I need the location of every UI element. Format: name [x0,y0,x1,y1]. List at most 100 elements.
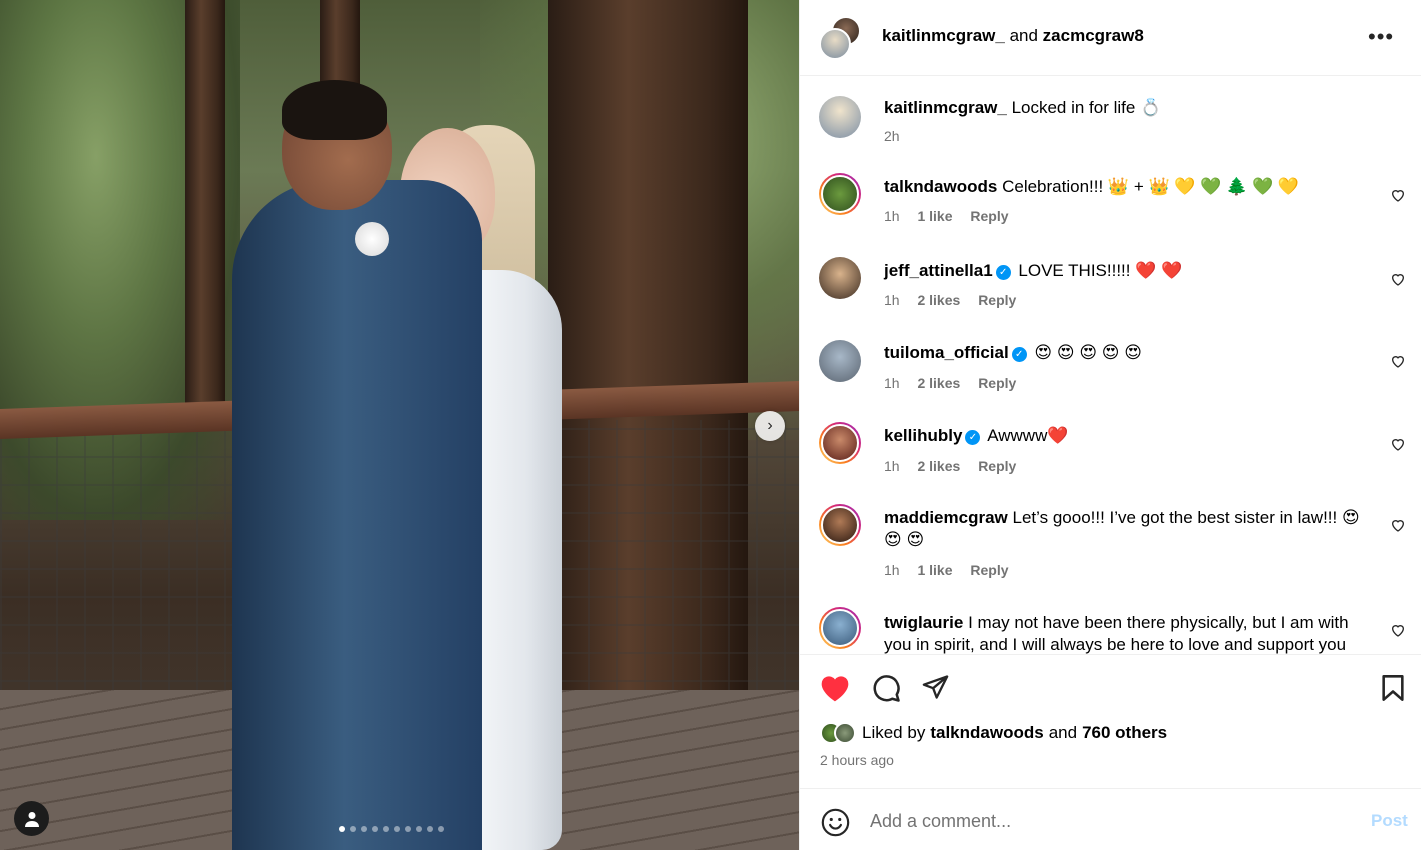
comment-meta: 1h 2 likes Reply [884,458,1030,474]
comment-meta: 1h 2 likes Reply [884,375,1030,391]
liked-by-user[interactable]: talkndawoods [930,723,1043,743]
comment-body: Celebration!!! 👑 + 👑 💛 💚 🌲 💚 💛 [1002,177,1300,196]
like-count[interactable]: 2 likes [917,292,960,308]
tagged-users-button[interactable] [14,801,49,836]
comment-text: twiglaurie I may not have been there phy… [884,612,1374,654]
reply-button[interactable]: Reply [978,292,1016,308]
bookmark-icon [1382,675,1404,701]
caption-text: kaitlinmcgraw_ Locked in for life 💍 [884,97,1364,119]
carousel-dots [339,826,444,832]
comment-input[interactable] [870,807,1340,835]
post-header: kaitlinmcgraw_ and zacmcgraw8 ••• [800,0,1421,76]
like-count[interactable]: 1 like [917,562,952,578]
like-count[interactable]: 2 likes [917,375,960,391]
comment-username[interactable]: twiglaurie [884,613,963,632]
reply-button[interactable]: Reply [970,562,1008,578]
author-username-link[interactable]: kaitlinmcgraw_ [882,26,1005,45]
reply-button[interactable]: Reply [970,208,1008,224]
send-icon [922,675,949,699]
liked-by-prefix: Liked by [862,723,926,742]
groom-suit [232,180,482,850]
post-photo[interactable]: › [0,0,799,850]
carousel-dot [416,826,422,832]
heart-icon[interactable] [1390,436,1406,452]
carousel-dot [427,826,433,832]
heart-icon[interactable] [1390,517,1406,533]
comment-username[interactable]: jeff_attinella1 [884,261,993,280]
heart-filled-icon [821,676,849,702]
author-connector: and [1009,26,1038,45]
comment-username[interactable]: tuiloma_official [884,343,1009,362]
comments-list[interactable]: kaitlinmcgraw_ Locked in for life 💍 2h t… [800,76,1421,654]
collab-avatars[interactable] [819,16,863,60]
liked-by-others[interactable]: 760 others [1082,723,1167,743]
timestamp: 1h [884,375,900,391]
comment-username[interactable]: kellihubly [884,426,962,445]
comment-text: jeff_attinella1 ✓ LOVE THIS!!!!! ❤️ ❤️ [884,260,1364,282]
carousel-dot [361,826,367,832]
caption-body: Locked in for life 💍 [1011,98,1162,117]
avatar [819,28,851,60]
carousel-dot [394,826,400,832]
caption-meta: 2h [884,128,914,144]
like-count[interactable]: 1 like [917,208,952,224]
save-button[interactable] [1381,674,1405,702]
heart-icon[interactable] [1390,353,1406,369]
timestamp: 1h [884,208,900,224]
coauthor-username-link[interactable]: zacmcgraw8 [1043,26,1144,45]
smiley-icon [821,808,850,837]
avatar[interactable] [819,340,861,382]
avatar[interactable] [819,504,861,546]
timestamp: 1h [884,292,900,308]
heart-icon[interactable] [1390,187,1406,203]
post-timestamp[interactable]: 2 hours ago [820,752,894,768]
boutonniere [355,222,389,256]
carousel-dot [339,826,345,832]
heart-icon[interactable] [1390,271,1406,287]
groom-hair [282,80,387,140]
liked-by-joiner: and [1048,723,1078,742]
comment-meta: 1h 1 like Reply [884,208,1023,224]
timestamp: 2h [884,128,900,144]
like-count[interactable]: 2 likes [917,458,960,474]
heart-icon[interactable] [1390,622,1406,638]
tree-trunk [185,0,225,430]
carousel-dot [383,826,389,832]
avatar [834,722,856,744]
post-author-names: kaitlinmcgraw_ and zacmcgraw8 [882,26,1144,46]
timestamp: 1h [884,458,900,474]
comment-text: kellihubly ✓ Awwww❤️ [884,425,1364,447]
comment-icon [873,675,900,702]
post-comment-button[interactable]: Post [1371,811,1408,831]
comment-button[interactable] [871,673,901,703]
reply-button[interactable]: Reply [978,458,1016,474]
comment-body: LOVE THIS!!!!! ❤️ ❤️ [1018,261,1183,280]
add-comment-bar: Post [800,788,1421,850]
avatar[interactable] [819,96,861,138]
comment-username[interactable]: maddiemcgraw [884,508,1008,527]
avatar[interactable] [819,257,861,299]
user-icon [24,811,39,827]
avatar[interactable] [819,422,861,464]
emoji-button[interactable] [821,808,850,837]
comment-text: talkndawoods Celebration!!! 👑 + 👑 💛 💚 🌲 … [884,176,1364,198]
comment-username[interactable]: talkndawoods [884,177,997,196]
liked-by[interactable]: Liked by talkndawoods and 760 others [820,722,1167,744]
comment-body: Awwww❤️ [987,426,1069,445]
avatar[interactable] [819,173,861,215]
carousel-next-button[interactable]: › [755,411,785,441]
timestamp: 1h [884,562,900,578]
more-options-button[interactable]: ••• [1368,24,1394,50]
carousel-dot [405,826,411,832]
comment-text: tuiloma_official ✓ 😍 😍 😍 😍 😍 [884,342,1364,364]
carousel-dot [350,826,356,832]
reply-button[interactable]: Reply [978,375,1016,391]
avatar[interactable] [819,607,861,649]
comment-username[interactable]: kaitlinmcgraw_ [884,98,1007,117]
post-detail-panel: kaitlinmcgraw_ and zacmcgraw8 ••• kaitli… [799,0,1421,850]
verified-badge-icon: ✓ [995,265,1011,280]
comment-body: 😍 😍 😍 😍 😍 [1034,343,1142,362]
comment-meta: 1h 2 likes Reply [884,292,1030,308]
share-button[interactable] [921,673,950,701]
like-button[interactable] [819,673,851,703]
